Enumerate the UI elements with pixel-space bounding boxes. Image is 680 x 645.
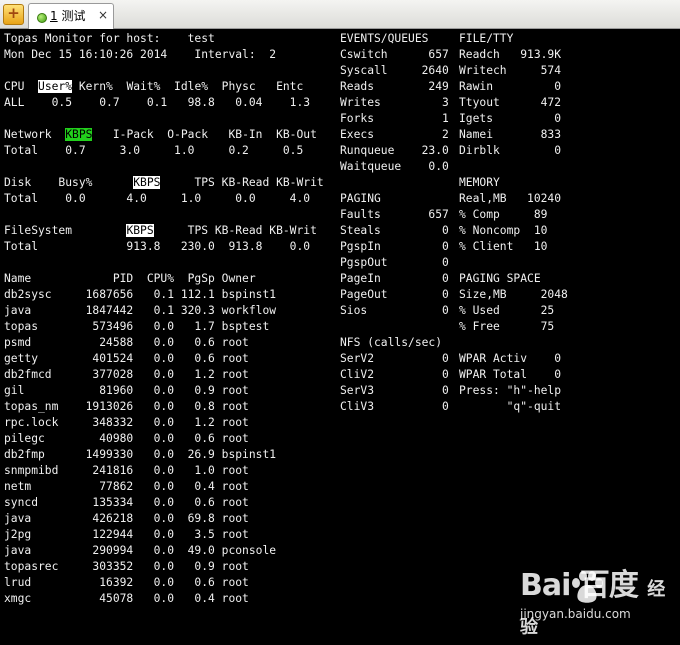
table-row: netm 77862 0.0 0.4 root [4, 480, 249, 493]
memory-item: Real,MB 10240 [459, 192, 562, 205]
cpu-header: CPU User% Kern% Wait% Idle% Physc Entc [4, 79, 303, 95]
paging-item: PageIn 0 [340, 272, 449, 285]
watermark-url: jingyan.baidu.com [520, 607, 631, 621]
table-row: topasrec 303352 0.0 0.9 root [4, 560, 249, 573]
filetty-item: Namei 833 [459, 128, 562, 141]
terminal-screen[interactable]: Topas Monitor for host: test Mon Dec 15 … [0, 29, 680, 638]
host-line: Topas Monitor for host: test [4, 32, 215, 45]
network-columns: I-Pack O-Pack KB-In KB-Out [92, 128, 317, 141]
table-row: pilegc 40980 0.0 0.6 root [4, 432, 249, 445]
new-tab-plus-icon[interactable]: + [3, 4, 24, 25]
close-tab-icon[interactable]: × [98, 8, 108, 22]
filetty-item: Rawin 0 [459, 80, 562, 93]
table-row: lrud 16392 0.0 0.6 root [4, 576, 249, 589]
events-item: Reads 249 [340, 80, 449, 93]
filetty-item: Readch 913.9K [459, 48, 562, 61]
paging-header: PAGING [340, 192, 381, 205]
filetty-item: Writech 574 [459, 64, 562, 77]
network-header: Network KBPS I-Pack O-Pack KB-In KB-Out [4, 127, 317, 143]
filesystem-kbps-sort-key: KBPS [126, 224, 154, 237]
nfs-item: CliV3 0 [340, 400, 449, 413]
paging-space-item: % Used 25 [459, 304, 555, 317]
process-table-header: Name PID CPU% PgSp Owner [4, 272, 256, 285]
tab-title: 测试 [57, 9, 86, 23]
events-item: Cswitch 657 [340, 48, 449, 61]
memory-item: % Client 10 [459, 240, 548, 253]
disk-row: Total 0.0 4.0 1.0 0.0 4.0 [4, 192, 311, 205]
nfs-item: SerV3 0 [340, 384, 449, 397]
baidu-jingyan-watermark: Bai 百度 经验 jingyan.baidu.com [520, 569, 670, 639]
disk-columns: TPS KB-Read KB-Writ [160, 176, 324, 189]
disk-header: Disk Busy% KBPS TPS KB-Read KB-Writ [4, 175, 324, 191]
network-kbps-cursor: KBPS [65, 128, 93, 141]
disk-kbps-sort-key: KBPS [133, 176, 161, 189]
nfs-item: CliV2 0 [340, 368, 449, 381]
filetty-item: Igets 0 [459, 112, 562, 125]
table-row: gil 81960 0.0 0.9 root [4, 384, 249, 397]
table-row: java 290994 0.0 49.0 pconsole [4, 544, 277, 557]
filetty-item: Dirblk 0 [459, 144, 562, 157]
memory-header: MEMORY [459, 176, 500, 189]
date-line: Mon Dec 15 16:10:26 2014 Interval: 2 [4, 48, 277, 61]
table-row: rpc.lock 348332 0.0 1.2 root [4, 416, 249, 429]
wpar-item: WPAR Total 0 [459, 368, 562, 381]
nfs-item: SerV2 0 [340, 352, 449, 365]
table-row: topas 573496 0.0 1.7 bsptest [4, 320, 270, 333]
paging-item: PgspOut 0 [340, 256, 449, 269]
filesystem-label: FileSystem [4, 224, 127, 237]
events-item: Runqueue 23.0 [340, 144, 449, 157]
table-row: xmgc 45078 0.0 0.4 root [4, 592, 249, 605]
paging-space-item: Size,MB 2048 [459, 288, 568, 301]
events-item: Forks 1 [340, 112, 449, 125]
network-label: Network [4, 128, 66, 141]
table-row: topas_nm 1913026 0.0 0.8 root [4, 400, 249, 413]
memory-item: % Noncomp 10 [459, 224, 548, 237]
table-row: syncd 135334 0.0 0.6 root [4, 496, 249, 509]
table-row: snmpmibd 241816 0.0 1.0 root [4, 464, 249, 477]
events-item: Execs 2 [340, 128, 449, 141]
paging-space-item: % Free 75 [459, 320, 555, 333]
events-item: Syscall 2640 [340, 64, 449, 77]
nfs-header: NFS (calls/sec) [340, 336, 443, 349]
user-pct-sort-key: User% [38, 80, 73, 93]
tab-test[interactable]: 1 测试 × [28, 3, 114, 29]
table-row: java 1847442 0.1 320.3 workflow [4, 304, 277, 317]
wpar-item: Press: "h"-help [459, 384, 562, 397]
paging-item: Sios 0 [340, 304, 449, 317]
table-row: psmd 24588 0.0 0.6 root [4, 336, 249, 349]
paging-item: PgspIn 0 [340, 240, 449, 253]
filetty-item: Ttyout 472 [459, 96, 562, 109]
wpar-item: "q"-quit [459, 400, 562, 413]
memory-item: % Comp 89 [459, 208, 548, 221]
cpu-row: ALL 0.5 0.7 0.1 98.8 0.04 1.3 [4, 96, 311, 109]
paging-item: PageOut 0 [340, 288, 449, 301]
table-row: db2fmp 1499330 0.0 26.9 bspinst1 [4, 448, 277, 461]
table-row: java 426218 0.0 69.8 root [4, 512, 249, 525]
filesystem-row: Total 913.8 230.0 913.8 0.0 [4, 240, 311, 253]
paging-item: Faults 657 [340, 208, 449, 221]
events-item: Waitqueue 0.0 [340, 160, 449, 173]
tab-bar: + 1 测试 × [0, 0, 680, 29]
filesystem-columns: TPS KB-Read KB-Writ [153, 224, 317, 237]
paw-icon [572, 571, 603, 603]
filesystem-header: FileSystem KBPS TPS KB-Read KB-Writ [4, 223, 317, 239]
events-header: EVENTS/QUEUES [340, 32, 429, 45]
wpar-item: WPAR Activ 0 [459, 352, 562, 365]
table-row: getty 401524 0.0 0.6 root [4, 352, 249, 365]
cpu-columns: Kern% Wait% Idle% Physc Entc [72, 80, 304, 93]
paging-item: Steals 0 [340, 224, 449, 237]
disk-label: Disk Busy% [4, 176, 134, 189]
tab-label: 1 测试 [50, 9, 85, 23]
paging-space-header: PAGING SPACE [459, 272, 541, 285]
filetty-header: FILE/TTY [459, 32, 514, 45]
table-row: db2sysc 1687656 0.1 112.1 bspinst1 [4, 288, 277, 301]
table-row: j2pg 122944 0.0 3.5 root [4, 528, 249, 541]
cpu-label: CPU [4, 80, 25, 93]
events-item: Writes 3 [340, 96, 449, 109]
table-row: db2fmcd 377028 0.0 1.2 root [4, 368, 249, 381]
connected-status-icon [37, 13, 47, 23]
network-row: Total 0.7 3.0 1.0 0.2 0.5 [4, 144, 304, 157]
tab-number: 1 [50, 9, 58, 23]
